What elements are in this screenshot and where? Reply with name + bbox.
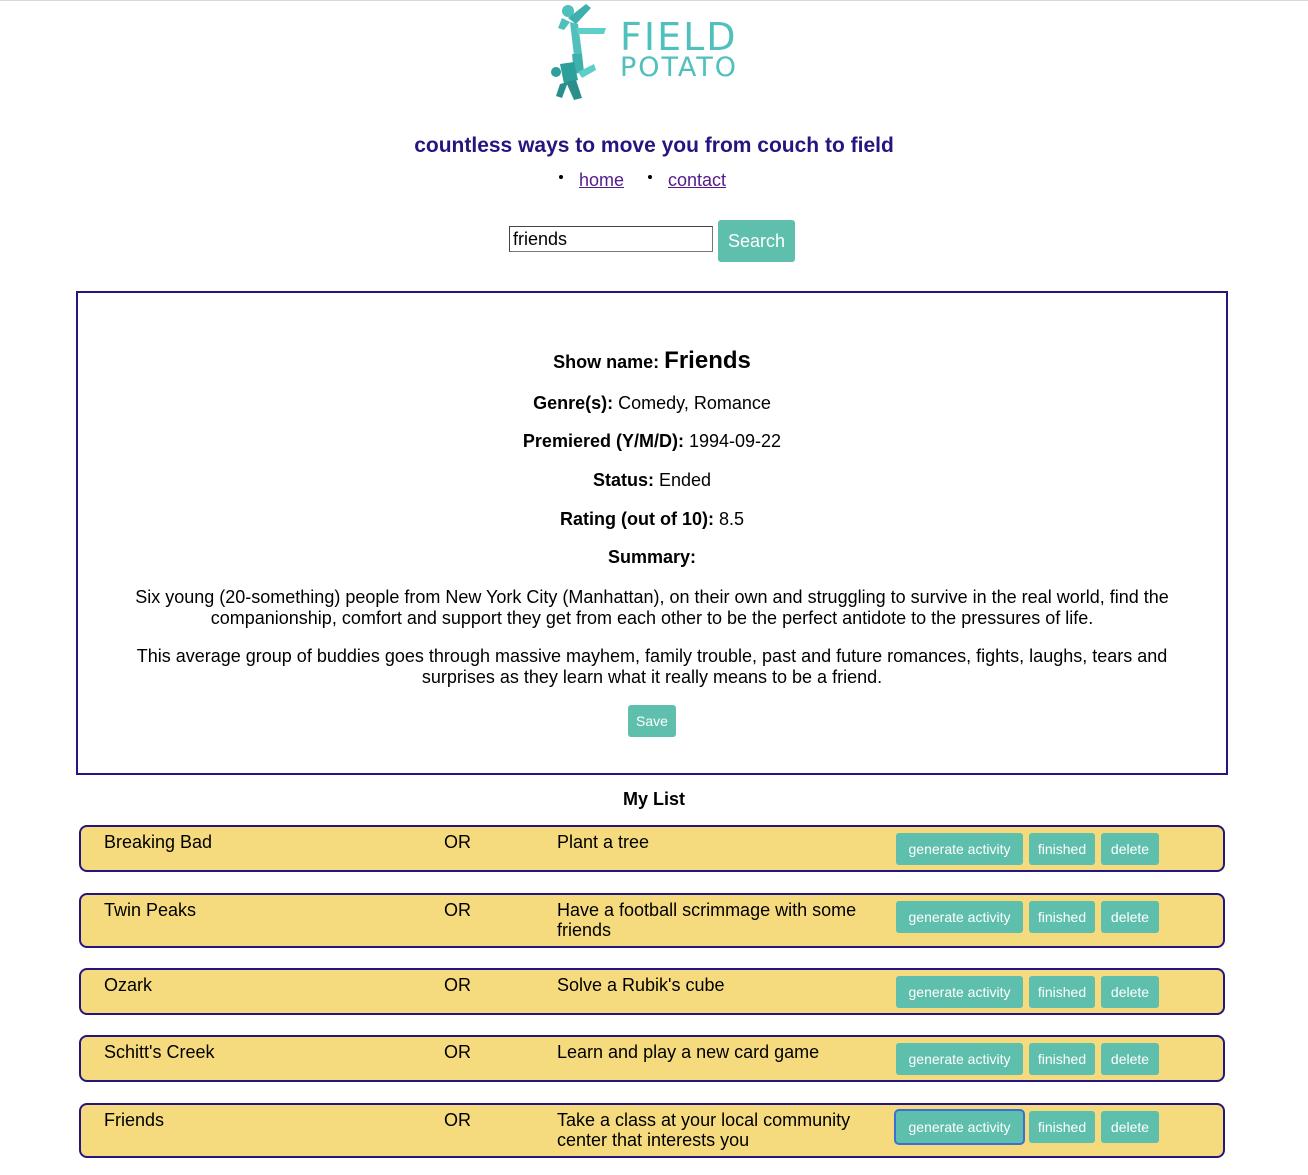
generate-activity-button[interactable]: generate activity — [896, 1111, 1023, 1143]
nav-item-home: home — [559, 170, 624, 191]
contact-link[interactable]: contact — [668, 170, 726, 190]
list-item: Ozark OR Solve a Rubik's cube generate a… — [79, 968, 1225, 1015]
premiered-label: Premiered (Y/M/D): — [522, 431, 684, 451]
list-item-activity: Take a class at your local community cen… — [557, 1110, 851, 1150]
summary-paragraph-1: Six young (20-something) people from New… — [135, 587, 1169, 628]
finished-button[interactable]: finished — [1029, 901, 1095, 933]
rating-label: Rating (out of 10): — [559, 509, 714, 529]
premiered-line: Premiered (Y/M/D): 1994-09-22 — [78, 431, 1226, 452]
list-item-or: OR — [444, 1110, 471, 1130]
logo-text-potato: POTATO — [620, 52, 739, 83]
list-item-activity: Learn and play a new card game — [557, 1042, 820, 1062]
home-link[interactable]: home — [579, 170, 624, 190]
summary-label: Summary: — [607, 547, 697, 567]
generate-activity-button[interactable]: generate activity — [896, 833, 1023, 865]
premiered-value: 1994-09-22 — [688, 431, 782, 451]
list-item-activity: Plant a tree — [557, 832, 650, 852]
rating-line: Rating (out of 10): 8.5 — [78, 509, 1226, 530]
generate-activity-button[interactable]: generate activity — [896, 976, 1023, 1008]
search-button[interactable]: Search — [718, 220, 795, 262]
genres-line: Genre(s): Comedy, Romance — [78, 393, 1226, 414]
genres-value: Comedy, Romance — [618, 393, 771, 413]
summary-heading: Summary: — [78, 547, 1226, 568]
list-item-or: OR — [444, 975, 471, 995]
top-rule — [0, 0, 1308, 1]
generate-activity-button[interactable]: generate activity — [896, 1043, 1023, 1075]
my-list-title: My List — [622, 789, 685, 809]
status-value: Ended — [658, 470, 712, 490]
delete-button[interactable]: delete — [1101, 1043, 1159, 1075]
finished-button[interactable]: finished — [1029, 976, 1095, 1008]
show-name: Friends — [664, 347, 751, 374]
list-item: Breaking Bad OR Plant a tree generate ac… — [79, 825, 1225, 872]
generate-activity-button[interactable]: generate activity — [896, 901, 1023, 933]
finished-button[interactable]: finished — [1029, 833, 1095, 865]
genres-label: Genre(s): — [533, 393, 614, 413]
list-item-show: Friends — [104, 1110, 165, 1130]
list-item-show: Ozark — [104, 975, 153, 995]
list-item-activity: Solve a Rubik's cube — [557, 975, 725, 995]
status-label: Status: — [592, 470, 654, 490]
bullet-icon — [559, 175, 563, 179]
nav-item-contact: contact — [648, 170, 726, 191]
list-item-activity: Have a football scrimmage with some frie… — [557, 900, 857, 940]
delete-button[interactable]: delete — [1101, 901, 1159, 933]
list-item-or: OR — [444, 1042, 471, 1062]
finished-button[interactable]: finished — [1029, 1043, 1095, 1075]
delete-button[interactable]: delete — [1101, 976, 1159, 1008]
rating-value: 8.5 — [718, 509, 745, 529]
people-jumping-logo-icon — [551, 4, 606, 100]
show-name-label: Show name: — [553, 352, 660, 372]
summary-paragraph-2: This average group of buddies goes throu… — [136, 646, 1168, 687]
show-name-line: Show name: Friends — [78, 347, 1226, 375]
list-item: Schitt's Creek OR Learn and play a new c… — [79, 1035, 1225, 1082]
save-button[interactable]: Save — [628, 705, 676, 737]
status-line: Status: Ended — [78, 470, 1226, 491]
list-item-show: Schitt's Creek — [104, 1042, 215, 1062]
search-input[interactable] — [509, 226, 713, 252]
bullet-icon — [648, 175, 652, 179]
delete-button[interactable]: delete — [1101, 1111, 1159, 1143]
list-item: Twin Peaks OR Have a football scrimmage … — [79, 893, 1225, 948]
show-details-card: Show name: Friends Genre(s): Comedy, Rom… — [76, 291, 1228, 775]
list-item-show: Breaking Bad — [104, 832, 213, 852]
list-item-show: Twin Peaks — [104, 900, 197, 920]
delete-button[interactable]: delete — [1101, 833, 1159, 865]
logo-text-field: FIELD — [620, 15, 738, 59]
nav-menu: home contact — [0, 170, 1308, 194]
list-item: Friends OR Take a class at your local co… — [79, 1103, 1225, 1158]
list-item-or: OR — [444, 900, 471, 920]
tagline: countless ways to move you from couch to… — [414, 134, 894, 157]
field-potato-logo: FIELD POTATO — [548, 2, 758, 102]
list-item-or: OR — [444, 832, 471, 852]
finished-button[interactable]: finished — [1029, 1111, 1095, 1143]
